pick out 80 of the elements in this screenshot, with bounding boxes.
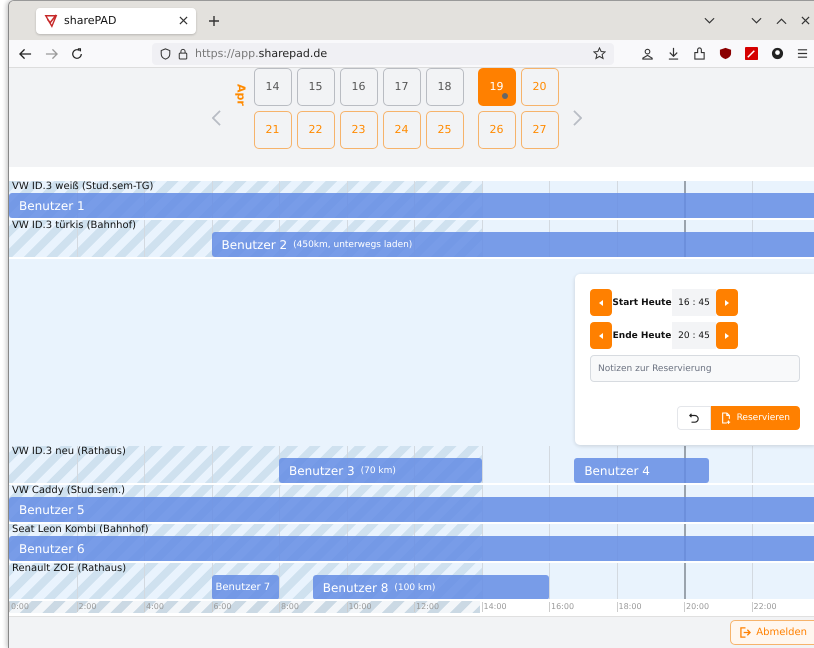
hour-label: 16:00 [549,602,574,612]
shield-icon [160,48,171,60]
booking-bar[interactable]: Benutzer 7 [212,575,279,600]
logout-button[interactable]: Abmelden [730,620,814,645]
increase-button[interactable] [716,289,738,316]
undo-button[interactable] [676,406,711,430]
day-button[interactable]: 24 [382,110,420,148]
day-button[interactable]: 14 [254,68,292,106]
hour-label: 2:00 [76,602,96,612]
logo-icon [44,14,58,28]
vehicle-label: VW ID.3 weiß (Stud.sem-TG) [11,181,154,192]
day-button[interactable]: 26 [478,110,516,148]
vehicle-label: VW Caddy (Stud.sem.) [11,485,126,496]
hour-label: 12:00 [414,602,440,612]
booking-bar[interactable]: Benutzer 4 [574,458,710,483]
time-value[interactable]: 16 : 45 [672,289,716,316]
hour-label: 4:00 [144,602,164,612]
shield-icon[interactable] [719,47,732,60]
vehicle-label: Seat Leon Kombi (Bahnhof) [11,524,150,535]
hour-label: 0:00 [9,602,29,612]
vehicle-label: VW ID.3 neu (Rathaus) [11,446,127,457]
hour-label: 6:00 [212,602,232,612]
day-button[interactable]: 23 [340,110,378,148]
download-icon[interactable] [667,47,680,60]
day-button[interactable]: 25 [426,110,464,148]
vehicle-label: Renault ZOE (Rathaus) [11,563,128,574]
reload-icon[interactable] [71,48,83,60]
lock-icon [178,48,188,60]
day-button[interactable]: 19 [478,68,516,106]
caret-right-icon [725,332,729,338]
document-plus-icon [720,412,731,424]
hour-label: 10:00 [346,602,372,612]
day-button[interactable]: 18 [426,68,464,106]
chevron-down-icon[interactable] [704,16,715,24]
extensions-icon[interactable] [693,47,706,60]
month-label: Apr [234,84,248,106]
logout-icon [740,627,752,638]
plus-icon[interactable] [208,14,220,26]
decrease-button[interactable] [590,322,612,349]
day-button[interactable]: 22 [296,110,334,148]
back-icon[interactable] [19,48,32,60]
close-icon[interactable] [179,16,188,25]
hour-label: 20:00 [684,602,710,612]
caret-left-icon [599,332,603,338]
decrease-button[interactable] [590,289,612,316]
undo-icon [688,413,699,423]
booking-bar[interactable]: Benutzer 3 (70 km) [279,458,482,483]
hour-label: 14:00 [482,602,507,612]
vehicle-label: VW ID.3 türkis (Bahnhof) [11,220,138,231]
caret-right-icon [725,300,729,306]
booking-bar[interactable]: Benutzer 1 [9,193,814,218]
day-button[interactable]: 20 [520,68,558,106]
caret-left-icon [599,300,603,306]
forward-icon[interactable] [45,48,58,60]
account-icon[interactable] [641,47,654,60]
hour-label: 18:00 [616,602,642,612]
booking-bar[interactable]: Benutzer 8 (100 km) [312,575,549,600]
day-button[interactable]: 15 [296,68,334,106]
address-bar[interactable]: https://app.sharepad.de [152,42,614,64]
hour-label: 22:00 [752,602,777,612]
extension-icon[interactable] [771,47,784,60]
booking-bar[interactable]: Benutzer 5 [9,497,814,522]
day-button[interactable]: 16 [340,68,378,106]
star-icon[interactable] [593,47,606,60]
notes-field[interactable]: Notizen zur Reservierung [590,355,800,382]
browser-tab[interactable]: sharePAD [36,8,196,34]
reserve-button[interactable]: Reservieren [710,406,800,430]
booking-bar[interactable]: Benutzer 6 [9,536,814,561]
day-button[interactable]: 17 [382,68,420,106]
booking-bar[interactable]: Benutzer 2 (450km, unterwegs laden) [212,232,814,257]
url-text: https://app.sharepad.de [195,47,328,60]
hour-label: 8:00 [279,602,299,612]
day-button[interactable]: 21 [254,110,292,148]
maximize-icon[interactable] [776,16,787,24]
close-icon[interactable] [801,16,810,25]
increase-button[interactable] [716,322,738,349]
day-button[interactable]: 27 [520,110,558,148]
minimize-icon[interactable] [751,16,762,24]
time-value[interactable]: 20 : 45 [672,322,716,349]
menu-icon[interactable] [797,48,808,59]
